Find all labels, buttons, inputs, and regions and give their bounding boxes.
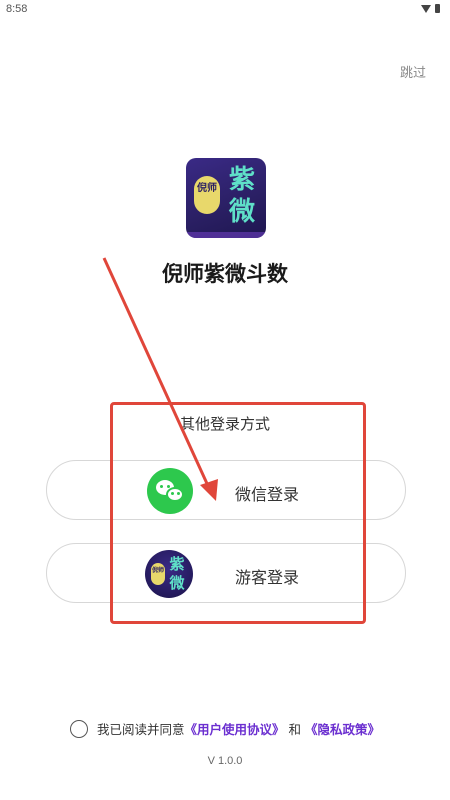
guest-login-button[interactable]: 倪师 紫微 游客登录 xyxy=(46,543,406,603)
app-name: 倪师紫微斗数 xyxy=(162,262,288,286)
wifi-icon xyxy=(421,4,431,13)
logo-seal-text: 倪师 xyxy=(194,176,220,214)
guest-login-label: 游客登录 xyxy=(235,568,300,587)
logo-big-text: 紫微 xyxy=(228,165,255,227)
wechat-login-label: 微信登录 xyxy=(235,485,300,504)
user-agreement-link[interactable]: 《用户使用协议》 xyxy=(184,719,284,738)
agreement-prefix: 我已阅读并同意 xyxy=(96,722,185,737)
agreement-row: 我已阅读并同意 《用户使用协议》 和 《隐私政策》 xyxy=(0,719,450,738)
skip-button[interactable]: 跳过 xyxy=(400,62,426,81)
app-logo-icon: 倪师 紫微 xyxy=(145,550,193,598)
wechat-login-button[interactable]: 微信登录 xyxy=(46,460,406,520)
login-methods-heading: 其他登录方式 xyxy=(179,415,270,433)
status-time: 8:58 xyxy=(6,3,28,15)
agreement-radio[interactable] xyxy=(69,719,88,738)
agreement-conjunction: 和 xyxy=(288,722,302,737)
guest-logo-seal-text: 倪师 xyxy=(151,563,165,585)
battery-icon xyxy=(435,4,440,13)
wechat-icon xyxy=(147,468,193,514)
app-logo-icon: 倪师 紫微 xyxy=(186,158,266,238)
annotation-arrow xyxy=(102,257,218,501)
version-label: V 1.0.0 xyxy=(207,755,243,767)
privacy-policy-link[interactable]: 《隐私政策》 xyxy=(305,719,380,738)
guest-logo-big-text: 紫微 xyxy=(169,555,185,592)
status-icons xyxy=(421,4,440,13)
status-bar: 8:58 xyxy=(0,0,450,22)
